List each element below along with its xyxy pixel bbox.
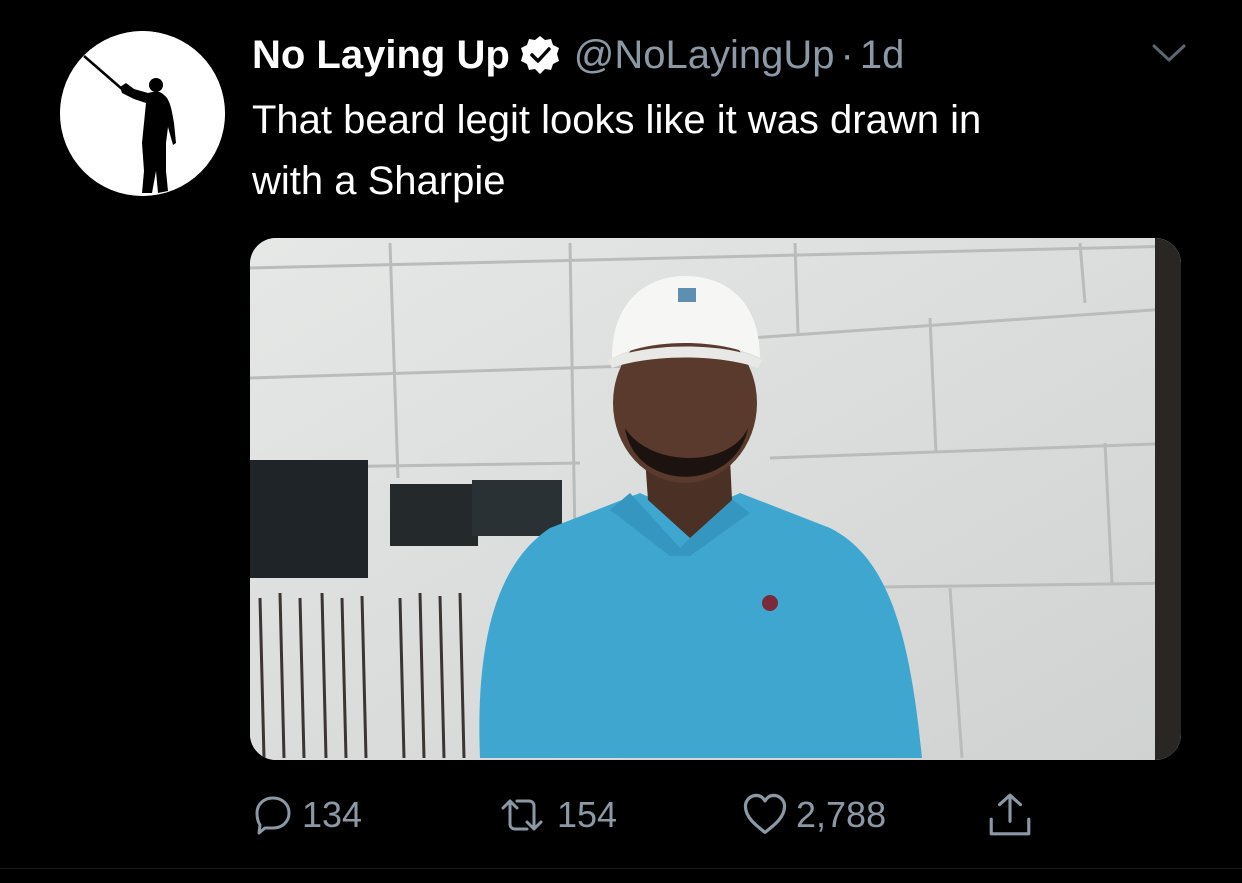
chevron-down-icon xyxy=(1152,44,1186,62)
reply-count: 134 xyxy=(302,793,363,835)
retweet-button[interactable]: 154 xyxy=(493,787,617,842)
share-button[interactable] xyxy=(986,787,1034,842)
tweet-header: No Laying Up @NoLayingUp · 1d xyxy=(252,30,904,80)
tweet-text-line: with a Sharpie xyxy=(252,159,506,203)
reply-icon xyxy=(255,796,291,834)
retweet-count: 154 xyxy=(557,793,618,835)
share-icon xyxy=(989,793,1031,835)
retweet-icon xyxy=(501,799,543,830)
tweet-action-bar: 134 154 2,788 xyxy=(0,787,1242,847)
reply-button[interactable]: 134 xyxy=(250,787,362,842)
golfer-silhouette-avatar xyxy=(60,31,225,196)
tweet-menu-button[interactable] xyxy=(1150,38,1188,68)
divider xyxy=(0,868,1242,869)
like-count: 2,788 xyxy=(796,793,887,835)
verified-badge-icon xyxy=(520,35,560,75)
author-name[interactable]: No Laying Up xyxy=(252,33,510,78)
like-button[interactable]: 2,788 xyxy=(740,787,886,842)
avatar[interactable] xyxy=(60,31,225,196)
separator-dot: · xyxy=(840,32,854,77)
author-handle[interactable]: @NoLayingUp xyxy=(574,33,835,78)
tweet-media-photo[interactable] xyxy=(250,238,1181,760)
tweet-timestamp[interactable]: 1d xyxy=(860,33,905,78)
tweet-text-line: That beard legit looks like it was drawn… xyxy=(252,98,982,142)
heart-icon xyxy=(743,793,787,834)
tweet-text: That beard legit looks like it was drawn… xyxy=(252,90,1182,212)
